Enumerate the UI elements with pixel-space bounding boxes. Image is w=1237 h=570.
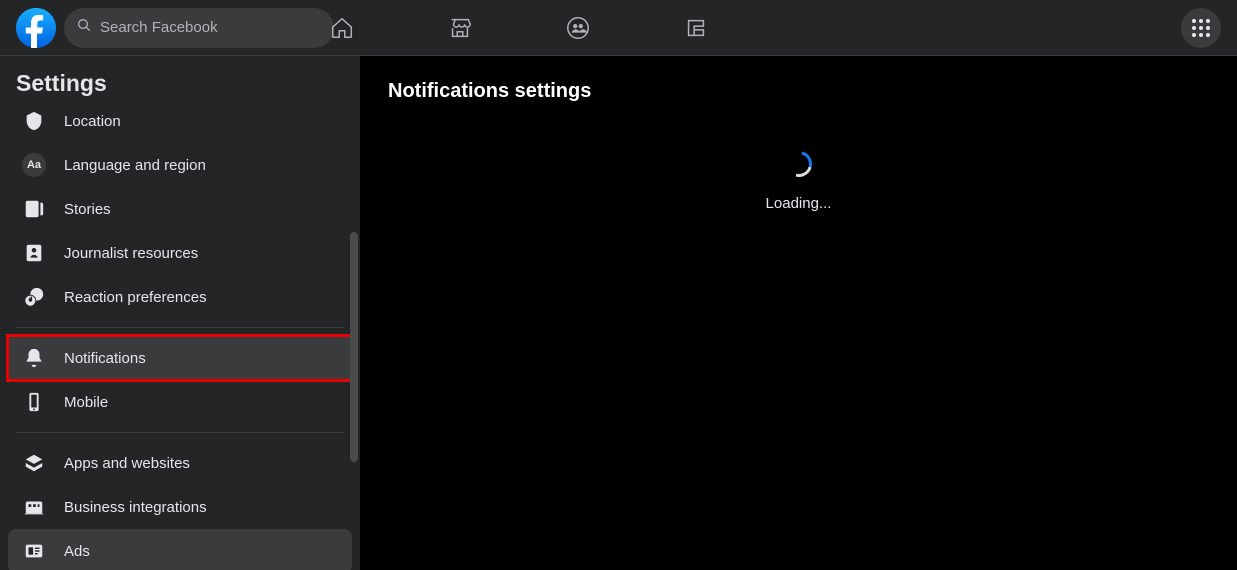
sidebar-item-label: Location [64,113,121,130]
menu-button[interactable] [1181,8,1221,48]
sidebar-item-notifications[interactable]: Notifications [8,336,352,380]
home-icon[interactable] [328,14,356,42]
settings-sidebar: Settings Location Aa Language and region [0,56,360,570]
sidebar-item-label: Notifications [64,350,146,367]
top-bar [0,0,1237,56]
loading-text: Loading... [388,195,1209,212]
sidebar-item-journalist[interactable]: Journalist resources [8,231,352,275]
sidebar-title: Settings [0,56,360,105]
sidebar-item-label: Journalist resources [64,245,198,262]
location-icon [16,105,52,139]
business-icon [16,489,52,525]
content-area: Notifications settings Loading... [360,56,1237,570]
groups-icon[interactable] [564,14,592,42]
reactions-icon [16,279,52,315]
sidebar-item-label: Language and region [64,157,206,174]
sidebar-item-ads[interactable]: Ads [8,529,352,570]
menu-grid-icon [1192,19,1210,37]
sidebar-divider [16,432,344,433]
spinner-icon [786,151,812,177]
mobile-icon [16,384,52,420]
search-input[interactable] [100,19,322,36]
search-box[interactable] [64,8,334,48]
language-icon: Aa [16,147,52,183]
sidebar-item-language[interactable]: Aa Language and region [8,143,352,187]
sidebar-item-label: Mobile [64,394,108,411]
sidebar-item-location[interactable]: Location [8,105,352,143]
ads-icon [16,533,52,569]
sidebar-item-business[interactable]: Business integrations [8,485,352,529]
sidebar-item-label: Reaction preferences [64,289,207,306]
loading-area: Loading... [388,151,1209,212]
search-icon [76,17,92,38]
sidebar-item-mobile[interactable]: Mobile [8,380,352,424]
facebook-logo[interactable] [16,8,56,48]
stories-icon [16,191,52,227]
apps-icon [16,445,52,481]
bell-icon [16,340,52,376]
sidebar-item-apps[interactable]: Apps and websites [8,441,352,485]
sidebar-divider [16,327,344,328]
page-title: Notifications settings [388,80,1209,103]
sidebar-item-label: Ads [64,543,90,560]
sidebar-item-label: Apps and websites [64,455,190,472]
marketplace-icon[interactable] [446,14,474,42]
sidebar-item-reactions[interactable]: Reaction preferences [8,275,352,319]
sidebar-item-label: Business integrations [64,499,207,516]
journalist-icon [16,235,52,271]
center-nav [328,14,710,42]
gaming-icon[interactable] [682,14,710,42]
sidebar-scrollbar[interactable] [350,232,358,462]
sidebar-item-stories[interactable]: Stories [8,187,352,231]
sidebar-item-label: Stories [64,201,111,218]
